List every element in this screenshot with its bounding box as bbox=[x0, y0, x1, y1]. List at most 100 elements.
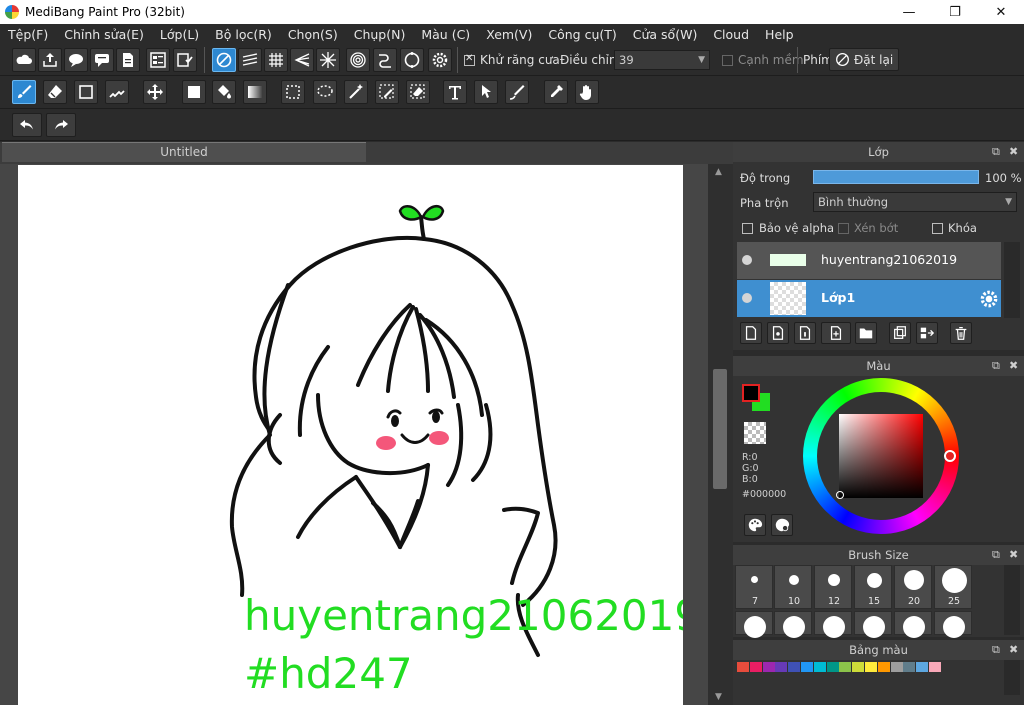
eraser-tool[interactable] bbox=[43, 80, 67, 104]
palette-color-swatch[interactable] bbox=[839, 662, 852, 672]
ellipse-snap-button[interactable] bbox=[400, 48, 424, 72]
canvas-viewport[interactable]: huyentrang21062019 #hd247 bbox=[0, 164, 708, 705]
brush-size-cell[interactable] bbox=[854, 611, 892, 638]
checklist-button[interactable] bbox=[173, 48, 197, 72]
menu-view[interactable]: Xem(V) bbox=[478, 27, 540, 42]
close-icon[interactable]: ✖ bbox=[1009, 142, 1018, 162]
popout-icon[interactable]: ⧉ bbox=[992, 356, 1000, 376]
new-8bit-layer-button[interactable] bbox=[794, 322, 816, 344]
bucket-tool[interactable] bbox=[212, 80, 236, 104]
color-picker-handle[interactable] bbox=[836, 491, 844, 499]
delete-layer-button[interactable] bbox=[950, 322, 972, 344]
minimize-button[interactable]: — bbox=[886, 0, 932, 24]
hue-ring[interactable] bbox=[803, 378, 959, 534]
grid-snap-button[interactable] bbox=[264, 48, 288, 72]
undo-button[interactable] bbox=[12, 113, 42, 137]
gradient-tool[interactable] bbox=[243, 80, 267, 104]
popout-icon[interactable]: ⧉ bbox=[992, 640, 1000, 660]
palette-color-swatch[interactable] bbox=[903, 662, 916, 672]
palette-scrollbar[interactable] bbox=[1004, 660, 1020, 695]
brush-size-25[interactable]: 25 bbox=[934, 565, 972, 609]
palette-color-swatch[interactable] bbox=[890, 662, 903, 672]
color-palette-button[interactable] bbox=[744, 514, 766, 536]
magic-wand-tool[interactable] bbox=[344, 80, 368, 104]
visibility-eye-icon[interactable] bbox=[742, 293, 752, 303]
palette-color-swatch[interactable] bbox=[749, 662, 762, 672]
brush-size-15[interactable]: 15 bbox=[854, 565, 892, 609]
palette-color-swatch[interactable] bbox=[788, 662, 801, 672]
blend-mode-select[interactable]: Bình thường ▼ bbox=[813, 192, 1017, 212]
brush-size-cell[interactable] bbox=[894, 611, 932, 638]
new-folder-button[interactable] bbox=[855, 322, 877, 344]
close-icon[interactable]: ✖ bbox=[1009, 640, 1018, 660]
new-layer-button[interactable] bbox=[740, 322, 762, 344]
cloud-button[interactable] bbox=[12, 48, 36, 72]
menu-window[interactable]: Cửa sổ(W) bbox=[625, 27, 706, 42]
popout-icon[interactable]: ⧉ bbox=[992, 545, 1000, 565]
visibility-eye-icon[interactable] bbox=[742, 255, 752, 265]
saturation-value-square[interactable] bbox=[839, 414, 923, 498]
palette-color-swatch[interactable] bbox=[826, 662, 839, 672]
menu-layer[interactable]: Lớp(L) bbox=[152, 27, 207, 42]
close-icon[interactable]: ✖ bbox=[1009, 545, 1018, 565]
brush-size-20[interactable]: 20 bbox=[894, 565, 932, 609]
hue-handle[interactable] bbox=[944, 450, 956, 462]
brush-size-12[interactable]: 12 bbox=[814, 565, 852, 609]
menu-tools[interactable]: Công cụ(T) bbox=[540, 27, 624, 42]
menu-filter[interactable]: Bộ lọc(R) bbox=[207, 27, 280, 42]
palette-color-swatch[interactable] bbox=[737, 662, 749, 672]
dot-brush-tool[interactable] bbox=[105, 80, 129, 104]
select-rect-tool[interactable] bbox=[281, 80, 305, 104]
brush-size-7[interactable]: 7 bbox=[735, 565, 773, 609]
curve-snap-button[interactable] bbox=[373, 48, 397, 72]
upload-button[interactable] bbox=[38, 48, 62, 72]
concentric-snap-button[interactable] bbox=[346, 48, 370, 72]
select-eraser-tool[interactable] bbox=[406, 80, 430, 104]
brush-size-scrollbar[interactable] bbox=[1004, 565, 1020, 635]
palette-color-swatch[interactable] bbox=[916, 662, 929, 672]
perspective-snap-button[interactable] bbox=[290, 48, 314, 72]
hand-tool[interactable] bbox=[575, 80, 599, 104]
palette-color-swatch[interactable] bbox=[865, 662, 877, 672]
menu-color[interactable]: Màu (C) bbox=[413, 27, 478, 42]
transparent-color-swatch[interactable] bbox=[744, 422, 766, 444]
move-tool[interactable] bbox=[143, 80, 167, 104]
palette-color-swatch[interactable] bbox=[775, 662, 788, 672]
close-icon[interactable]: ✖ bbox=[1009, 356, 1018, 376]
radial-snap-button[interactable] bbox=[316, 48, 340, 72]
comment-button[interactable] bbox=[90, 48, 114, 72]
brush-size-cell[interactable] bbox=[735, 611, 773, 638]
layer-settings-gear-icon[interactable] bbox=[979, 289, 999, 309]
antialias-checkbox[interactable] bbox=[464, 53, 475, 66]
scroll-up-icon[interactable]: ▲ bbox=[715, 167, 722, 177]
reset-button[interactable]: Đặt lại bbox=[829, 48, 900, 71]
new-halftone-layer-button[interactable] bbox=[767, 322, 789, 344]
shape-tool[interactable] bbox=[74, 80, 98, 104]
snap-settings-button[interactable] bbox=[428, 48, 452, 72]
canvas[interactable]: huyentrang21062019 #hd247 bbox=[18, 165, 683, 705]
adjust-select[interactable]: 39 ▼ bbox=[614, 50, 710, 70]
restore-button[interactable]: ❐ bbox=[932, 0, 978, 24]
redo-button[interactable] bbox=[46, 113, 76, 137]
operation-tool[interactable] bbox=[474, 80, 498, 104]
color-settings-button[interactable] bbox=[771, 514, 793, 536]
snap-off-button[interactable] bbox=[212, 48, 236, 72]
brush-tool[interactable] bbox=[12, 80, 36, 104]
layer-row-selected[interactable]: Lớp1 bbox=[737, 280, 1001, 317]
layer-row[interactable]: huyentrang21062019 bbox=[737, 242, 1001, 279]
menu-file[interactable]: Tệp(F) bbox=[0, 27, 56, 42]
scrollbar-thumb[interactable] bbox=[713, 369, 727, 489]
foreground-color-swatch[interactable] bbox=[742, 384, 760, 402]
menu-select[interactable]: Chọn(S) bbox=[280, 27, 346, 42]
brush-size-cell[interactable] bbox=[774, 611, 812, 638]
brush-size-10[interactable]: 10 bbox=[774, 565, 812, 609]
fill-rect-tool[interactable] bbox=[182, 80, 206, 104]
eyedropper-tool[interactable] bbox=[544, 80, 568, 104]
popout-icon[interactable]: ⧉ bbox=[992, 142, 1000, 162]
brush-size-cell[interactable] bbox=[814, 611, 852, 638]
parallel-snap-button[interactable] bbox=[238, 48, 262, 72]
document-tab[interactable]: Untitled bbox=[2, 142, 366, 162]
canvas-vertical-scrollbar[interactable]: ▲ ▼ bbox=[708, 164, 733, 705]
layer-list-scrollbar[interactable] bbox=[1004, 242, 1020, 318]
blur-tool[interactable] bbox=[505, 80, 529, 104]
